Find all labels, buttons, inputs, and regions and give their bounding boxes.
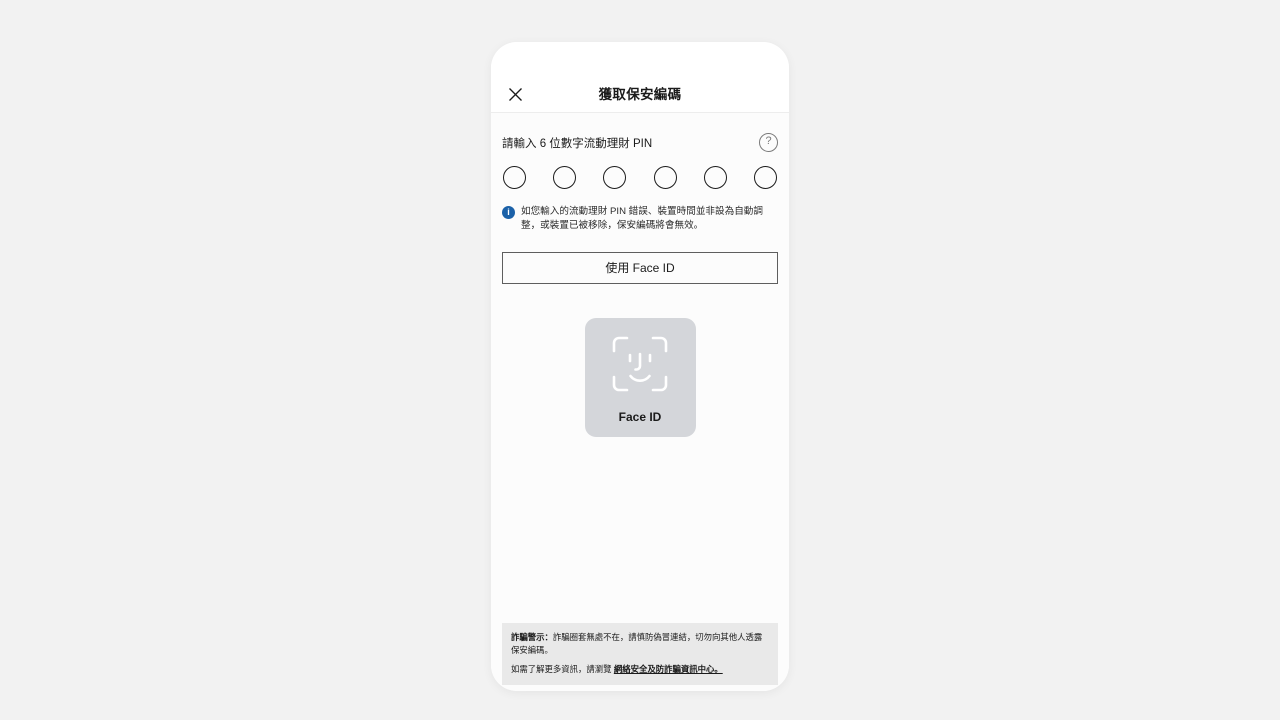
faceid-card[interactable]: Face ID <box>584 317 696 437</box>
screen: 獲取保安編碼 請輸入 6 位數字流動理財 PIN ? i 如您輸入的流動理財 P… <box>0 0 1280 720</box>
face-id-icon <box>611 335 669 398</box>
pin-digit-4[interactable] <box>653 166 677 189</box>
app-header: 獲取保安編碼 <box>491 74 789 113</box>
fraud-warning-banner: 詐騙警示：詐騙圈套無處不在，請慎防偽冒連結，切勿向其他人透露保安編碼。 如需了解… <box>502 622 778 685</box>
pin-input-label: 請輸入 6 位數字流動理財 PIN <box>502 137 653 150</box>
pin-note: i 如您輸入的流動理財 PIN 錯誤、裝置時間並非設為自動調整，或裝置已被移除，… <box>502 205 778 234</box>
cyber-security-centre-link[interactable]: 網絡安全及防詐騙資訊中心。 <box>614 664 723 674</box>
pin-input-group[interactable] <box>502 166 778 189</box>
fraud-more-info-text: 如需了解更多資訊，請瀏覽 網絡安全及防詐騙資訊中心。 <box>511 663 769 676</box>
pin-digit-5[interactable] <box>703 166 727 189</box>
pin-label-row: 請輸入 6 位數字流動理財 PIN ? <box>502 113 778 152</box>
fraud-more-info-prefix: 如需了解更多資訊，請瀏覽 <box>511 663 614 674</box>
pin-digit-1[interactable] <box>503 166 526 189</box>
help-circle-icon[interactable]: ? <box>759 133 778 152</box>
page-title: 獲取保安編碼 <box>598 87 682 102</box>
use-faceid-button[interactable]: 使用 Face ID <box>502 251 778 284</box>
info-icon: i <box>502 206 515 219</box>
fraud-warning-text: 詐騙警示：詐騙圈套無處不在，請慎防偽冒連結，切勿向其他人透露保安編碼。 <box>511 631 769 657</box>
content-area: 請輸入 6 位數字流動理財 PIN ? i 如您輸入的流動理財 PIN 錯誤、裝… <box>491 113 789 691</box>
pin-digit-2[interactable] <box>553 166 577 189</box>
pin-digit-6[interactable] <box>753 166 777 189</box>
fraud-warning-prefix: 詐騙警示： <box>511 631 553 642</box>
pin-digit-3[interactable] <box>603 166 627 189</box>
pin-note-text: 如您輸入的流動理財 PIN 錯誤、裝置時間並非設為自動調整，或裝置已被移除，保安… <box>521 206 763 232</box>
status-bar <box>491 42 789 74</box>
faceid-card-label: Face ID <box>618 409 662 424</box>
phone-frame: 獲取保安編碼 請輸入 6 位數字流動理財 PIN ? i 如您輸入的流動理財 P… <box>491 42 789 691</box>
faceid-card-wrap: Face ID <box>502 317 778 437</box>
